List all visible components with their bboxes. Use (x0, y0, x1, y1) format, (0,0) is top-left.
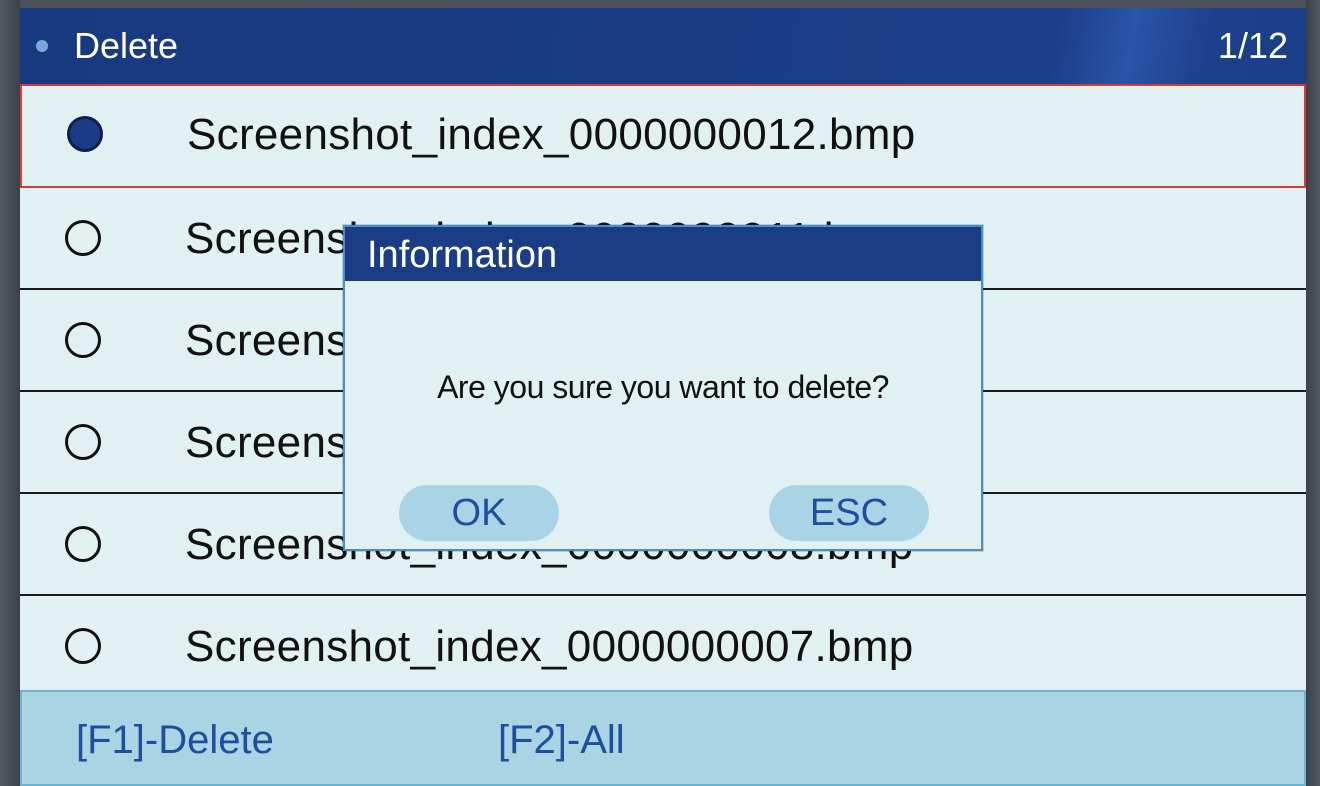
esc-button[interactable]: ESC (769, 485, 929, 541)
f2-all-button[interactable]: [F2]-All (498, 716, 625, 764)
file-row[interactable]: Screenshot_index_0000000007.bmp (20, 596, 1306, 698)
ok-button[interactable]: OK (399, 485, 559, 541)
dialog-message: Are you sure you want to delete? (437, 369, 889, 405)
radio-empty-icon[interactable] (65, 526, 101, 562)
radio-empty-icon[interactable] (65, 322, 101, 358)
device-screen: Delete 1/12 Screenshot_index_0000000012.… (0, 0, 1320, 786)
radio-empty-icon[interactable] (65, 220, 101, 256)
radio-selected-icon[interactable] (67, 116, 103, 152)
dialog-title: Information (367, 234, 558, 276)
device-bezel-left (0, 0, 20, 786)
f1-delete-button[interactable]: [F1]-Delete (76, 716, 274, 764)
panel-header: Delete 1/12 (20, 8, 1306, 84)
function-key-bar: [F1]-Delete [F2]-All (20, 690, 1306, 786)
device-bezel-right (1306, 0, 1320, 786)
radio-empty-icon[interactable] (65, 628, 101, 664)
file-row[interactable]: Screenshot_index_0000000012.bmp (20, 84, 1306, 188)
page-counter: 1/12 (1217, 25, 1288, 66)
header-dot-icon (36, 40, 48, 52)
dialog-title-bar: Information (345, 227, 981, 281)
file-name: Screenshot_index_0000000007.bmp (185, 622, 914, 671)
confirm-delete-dialog: Information Are you sure you want to del… (343, 225, 983, 551)
page-title: Delete (74, 25, 179, 66)
radio-empty-icon[interactable] (65, 424, 101, 460)
file-name: Screenshot_index_0000000012.bmp (187, 110, 916, 159)
